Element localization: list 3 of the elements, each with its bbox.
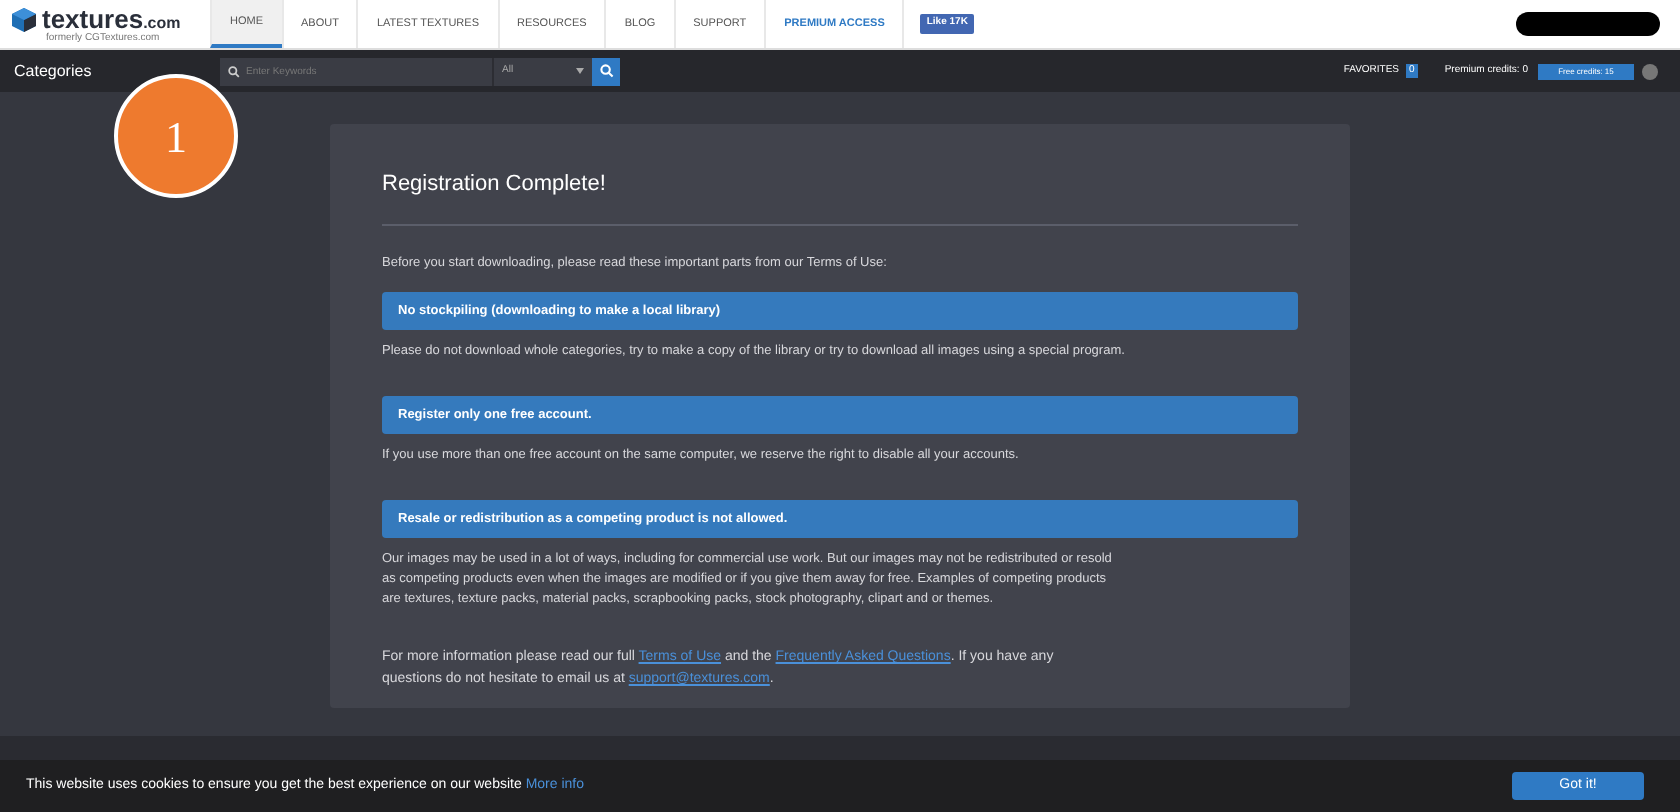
callout-marker: 1 <box>114 74 238 198</box>
card-title: Registration Complete! <box>382 168 1298 225</box>
logo-wordmark[interactable]: textures.com <box>42 6 181 32</box>
